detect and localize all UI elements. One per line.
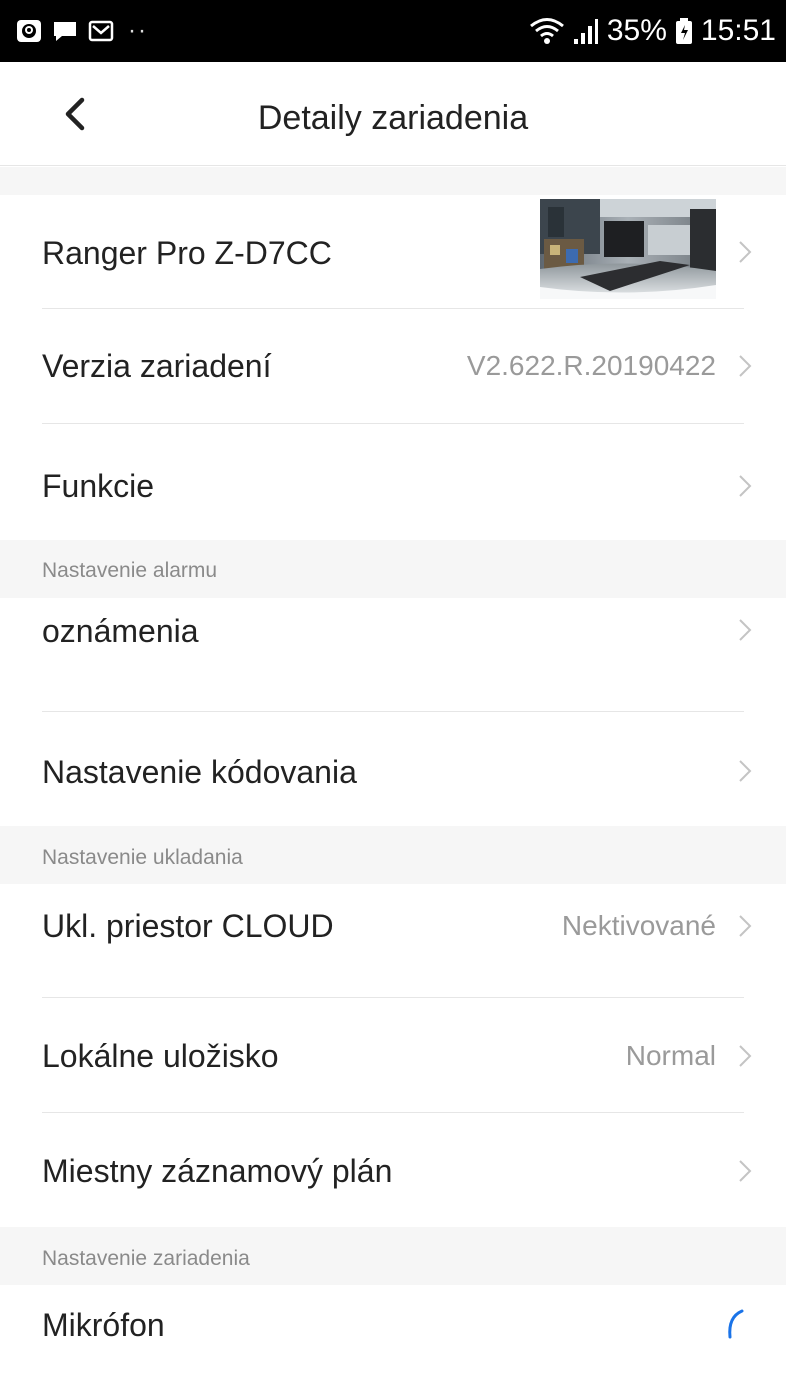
firmware-version-label: Verzia zariadení [42,348,272,384]
section-header-alarm: Nastavenie alarmu [0,540,786,598]
camera-thumbnail[interactable] [540,199,716,299]
notifications-label: oznámenia [42,613,199,649]
section-title: Nastavenie zariadenia [42,1247,250,1270]
top-app-bar: Detaily zariadenia [0,62,786,166]
notification-icons: ·· [16,16,148,46]
chevron-right-icon [739,619,752,641]
notifications-row[interactable]: oznámenia [0,598,786,712]
battery-icon [675,18,692,44]
cloud-storage-label: Ukl. priestor CLOUD [42,908,334,944]
microphone-label: Mikrófon [42,1307,165,1343]
status-indicators: 35% 15:51 [529,14,776,48]
encoding-settings-label: Nastavenie kódovania [42,754,357,790]
chevron-right-icon [739,355,752,377]
firmware-version-value: V2.622.R.20190422 [466,350,716,381]
signal-icon [573,19,598,44]
section-title: Nastavenie ukladania [42,846,243,869]
microphone-row[interactable]: Mikrófon [0,1285,786,1392]
encoding-settings-row[interactable]: Nastavenie kódovania [0,712,786,826]
recording-plan-row[interactable]: Miestny záznamový plán [0,1113,786,1227]
message-icon [54,22,76,41]
chevron-right-icon [739,475,752,497]
email-icon [88,20,114,42]
section-spacer [0,167,786,195]
clock: 15:51 [700,14,776,47]
device-name-label: Ranger Pro Z-D7CC [42,235,332,271]
local-storage-label: Lokálne uložisko [42,1038,279,1074]
cloud-storage-status: Nektivované [561,910,716,941]
wifi-icon [529,18,564,44]
chevron-right-icon [739,1045,752,1067]
status-bar: ·· 35% 15:51 [0,0,786,62]
features-row[interactable]: Funkcie [0,424,786,540]
chevron-right-icon [739,241,752,263]
battery-percentage: 35% [606,14,667,47]
more-notifications-icon: ·· [128,17,148,44]
section-title: Nastavenie alarmu [42,559,218,582]
chevron-right-icon [739,1160,752,1182]
app-notification-icon [17,20,41,42]
page-title: Detaily zariadenia [257,99,529,137]
cloud-storage-row[interactable]: Ukl. priestor CLOUD Nektivované [0,884,786,998]
loading-spinner-icon [728,1309,744,1339]
chevron-right-icon [739,760,752,782]
local-storage-row[interactable]: Lokálne uložisko Normal [0,998,786,1113]
local-storage-status: Normal [625,1040,716,1071]
features-label: Funkcie [42,468,155,504]
firmware-version-row[interactable]: Verzia zariadení V2.622.R.20190422 [0,309,786,424]
recording-plan-label: Miestny záznamový plán [42,1153,393,1189]
section-header-storage: Nastavenie ukladania [0,826,786,884]
section-header-device: Nastavenie zariadenia [0,1227,786,1285]
chevron-right-icon [739,915,752,937]
